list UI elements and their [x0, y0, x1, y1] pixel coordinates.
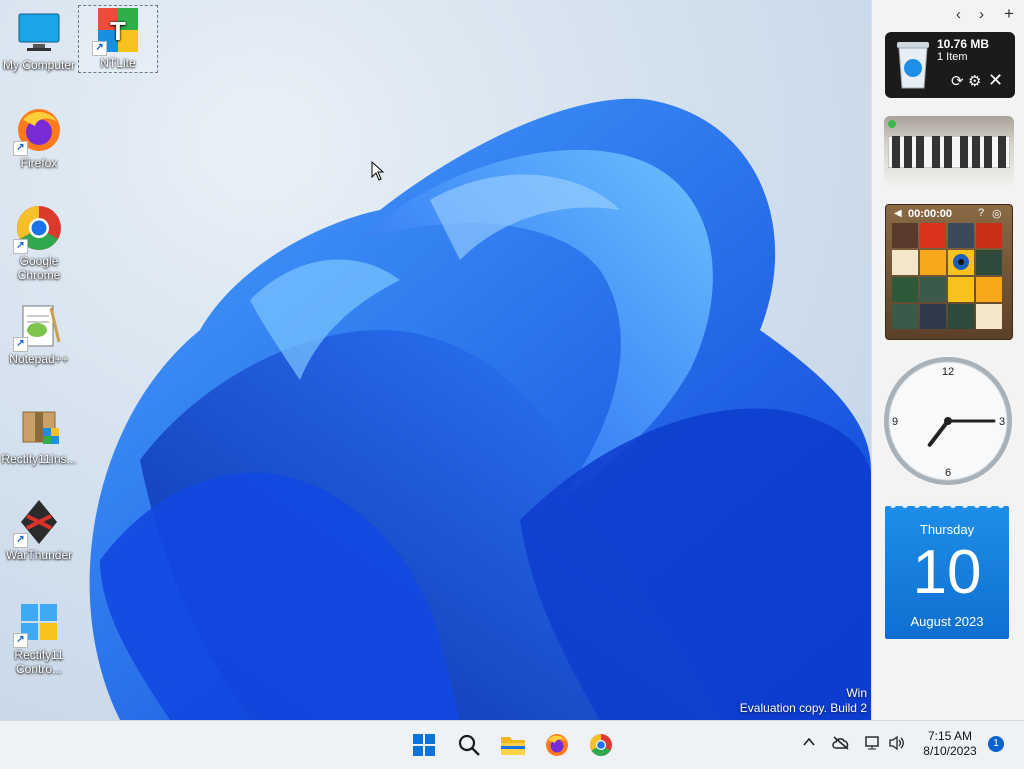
puzzle-help-icon[interactable]: ? — [978, 207, 984, 219]
calendar-binding-icon — [890, 502, 1004, 508]
gadget-sidebar: ‹ › + 10.76 MB 1 Item ⟳ ⚙ ✕ ◀ 00:00:00 ?… — [871, 0, 1024, 720]
shortcut-arrow-icon: ↗ — [13, 239, 28, 254]
piano-keys-icon — [888, 136, 1010, 168]
empty-bin-icon[interactable]: ✕ — [988, 70, 1003, 91]
clock-gadget[interactable]: 12 3 6 9 — [882, 355, 1014, 487]
warthunder-icon: ↗ — [13, 498, 63, 548]
firefox-icon: ↗ — [13, 106, 63, 156]
desktop-icon-google-chrome[interactable]: ↗ Google Chrome — [0, 204, 78, 282]
chrome-icon: ↗ — [13, 204, 63, 254]
desktop-icon-label: WarThunder — [5, 548, 73, 562]
desktop[interactable]: My Computer T ↗ NTLite ↗ Firefox ↗ Googl… — [0, 0, 871, 720]
firefox-taskbar-button[interactable] — [541, 729, 573, 761]
mouse-cursor-icon — [371, 161, 385, 181]
shortcut-arrow-icon: ↗ — [13, 533, 28, 548]
calendar-gadget[interactable]: Thursday 10 August 2023 — [885, 502, 1009, 639]
recycle-bin-count: 1 Item — [937, 51, 968, 63]
desktop-icon-label: My Computer — [2, 58, 76, 72]
clock-numeral-3: 3 — [999, 416, 1005, 428]
desktop-icon-label: NTLite — [100, 56, 136, 70]
desktop-icon-label: Rectify11Ins... — [1, 452, 77, 466]
volume-icon[interactable] — [888, 735, 906, 754]
search-button[interactable] — [453, 729, 485, 761]
puzzle-timer: 00:00:00 — [908, 208, 953, 220]
wallpaper-bloom — [89, 98, 871, 720]
taskbar-time: 7:15 AM — [927, 729, 973, 743]
desktop-icon-warthunder[interactable]: ↗ WarThunder — [0, 498, 78, 562]
desktop-icon-label: Notepad++ — [9, 352, 69, 366]
svg-text:T: T — [110, 16, 126, 46]
folder-icon — [501, 737, 525, 755]
shortcut-arrow-icon: ↗ — [13, 141, 28, 156]
watermark-line1: Win — [846, 686, 867, 700]
start-button[interactable] — [408, 729, 440, 761]
installer-box-icon — [15, 402, 63, 450]
onedrive-offline-icon[interactable] — [832, 736, 850, 753]
ntlite-icon: T ↗ — [92, 6, 142, 56]
shortcut-arrow-icon: ↗ — [13, 633, 28, 648]
desktop-icon-firefox[interactable]: ↗ Firefox — [0, 106, 78, 170]
recycle-bin-size: 10.76 MB — [937, 37, 990, 51]
taskbar: 7:15 AM 8/10/2023 1 — [0, 720, 1024, 769]
piano-gadget[interactable] — [884, 116, 1014, 186]
windows-start-icon — [413, 734, 435, 756]
puzzle-hint-icon[interactable]: ◎ — [992, 207, 1002, 220]
watermark-line2: Evaluation copy. Build 2 — [739, 701, 867, 715]
chrome-taskbar-button[interactable] — [585, 729, 617, 761]
desktop-icon-ntlite[interactable]: T ↗ NTLite — [78, 5, 158, 73]
shortcut-arrow-icon: ↗ — [92, 41, 107, 56]
network-icon[interactable] — [864, 735, 880, 754]
file-explorer-button[interactable] — [497, 729, 529, 761]
taskbar-date: 8/10/2023 — [923, 744, 977, 758]
taskbar-clock[interactable]: 7:15 AM 8/10/2023 — [918, 729, 982, 759]
windows-logo-icon: ↗ — [13, 598, 63, 648]
puzzle-tiles[interactable] — [892, 223, 1004, 331]
clock-numeral-6: 6 — [945, 467, 951, 479]
calendar-day: 10 — [912, 538, 982, 607]
refresh-icon[interactable]: ⟳ — [951, 72, 964, 90]
recycle-bin-icon — [897, 42, 929, 89]
clock-numeral-9: 9 — [892, 416, 898, 428]
desktop-icon-rectify11-control-center[interactable]: ↗ Rectify11 Contro... — [0, 598, 78, 676]
desktop-icon-notepad-plus-plus[interactable]: ↗ Notepad++ — [0, 302, 78, 366]
picture-puzzle-gadget[interactable]: ◀ 00:00:00 ? ◎ — [885, 204, 1013, 340]
search-icon — [458, 734, 480, 756]
firefox-icon — [546, 734, 568, 756]
shortcut-arrow-icon: ↗ — [13, 337, 28, 352]
desktop-icon-rectify11-installer[interactable]: Rectify11Ins... — [0, 402, 78, 466]
calendar-month-year: August 2023 — [910, 614, 984, 629]
calendar-weekday: Thursday — [919, 522, 975, 537]
tray-overflow-chevron-icon[interactable] — [803, 734, 815, 750]
desktop-icon-label: Firefox — [20, 156, 58, 170]
desktop-icon-label: Google Chrome — [17, 254, 61, 282]
desktop-icon-label: Rectify11 Contro... — [14, 648, 64, 676]
monitor-icon — [15, 8, 63, 56]
clock-numeral-12: 12 — [942, 366, 954, 378]
notification-badge[interactable]: 1 — [988, 736, 1004, 752]
notepad-plus-plus-icon: ↗ — [13, 302, 63, 352]
chrome-icon — [590, 734, 612, 756]
sidebar-add-gadget-button[interactable]: + — [1004, 4, 1014, 24]
sidebar-next-button[interactable]: › — [979, 6, 984, 23]
gear-icon[interactable]: ⚙ — [968, 72, 981, 90]
sidebar-prev-button[interactable]: ‹ — [956, 6, 961, 23]
puzzle-back-icon[interactable]: ◀ — [894, 208, 902, 219]
desktop-icon-my-computer[interactable]: My Computer — [0, 8, 78, 72]
recycle-bin-gadget[interactable]: 10.76 MB 1 Item ⟳ ⚙ ✕ — [885, 32, 1015, 98]
power-led-icon — [888, 120, 896, 128]
